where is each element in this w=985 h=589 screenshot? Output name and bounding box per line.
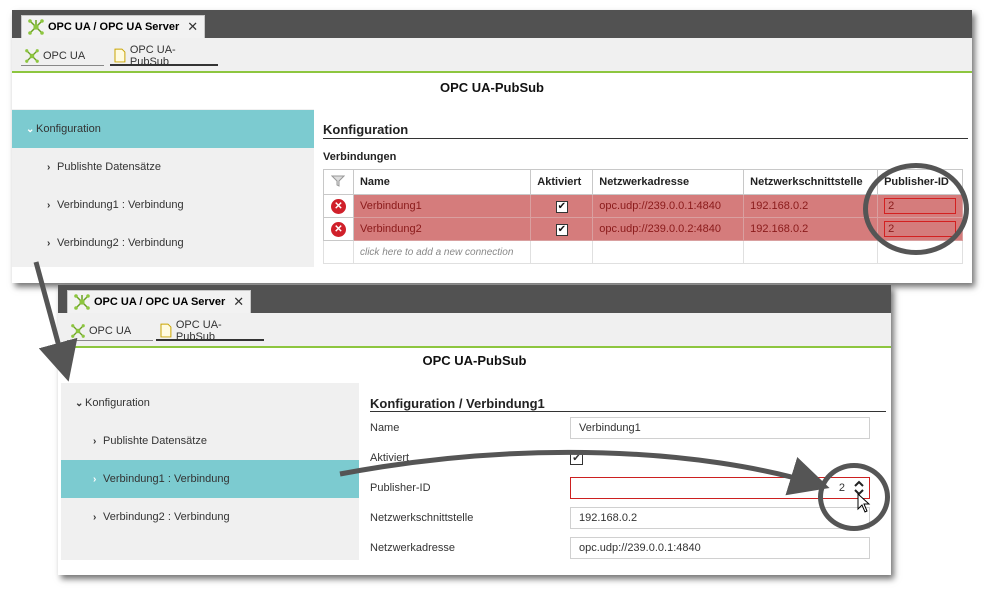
cell-netzwerkschnittstelle[interactable]: 192.168.0.2 (743, 217, 879, 241)
chevron-right-icon: › (93, 435, 97, 447)
sub-navigation: OPC UA OPC UA-PubSub (58, 313, 891, 348)
subtab-opcua[interactable]: OPC UA (67, 322, 153, 341)
error-icon[interactable]: ✕ (330, 198, 346, 214)
sidebar: ⌄ Konfiguration › Publishte Datensätze ›… (12, 109, 314, 267)
sidebar-item-label: Publishte Datensätze (103, 435, 207, 447)
row-status-cell: ✕ (323, 194, 354, 218)
netzwerkadresse-label: Netzwerkadresse (370, 542, 455, 554)
tab-bar: OPC UA / OPC UA Server ✕ (12, 10, 972, 38)
aktiviert-label: Aktiviert (370, 452, 410, 464)
opcua-network-icon (71, 324, 85, 338)
cell-netzwerkschnittstelle[interactable]: 192.168.0.2 (743, 194, 879, 218)
cell-aktiviert[interactable]: ✔ (530, 194, 594, 218)
sidebar-item-konfiguration[interactable]: ⌄ Konfiguration (12, 110, 314, 148)
opcua-network-icon (28, 19, 44, 35)
empty-cell (743, 240, 879, 264)
cell-netzwerkadresse[interactable]: opc.udp://239.0.0.1:4840 (592, 194, 745, 218)
chevron-right-icon: › (93, 511, 97, 523)
column-header-netzwerkadresse[interactable]: Netzwerkadresse (592, 169, 745, 195)
tab-label: OPC UA / OPC UA Server (94, 296, 226, 308)
column-header-netzwerkschnittstelle[interactable]: Netzwerkschnittstelle (743, 169, 879, 195)
name-label: Name (370, 422, 400, 434)
opcua-network-icon (25, 49, 39, 63)
section-title: Konfiguration (323, 122, 409, 137)
cell-aktiviert[interactable]: ✔ (530, 217, 594, 241)
sidebar-item-label: Publishte Datensätze (57, 161, 161, 173)
chevron-right-icon: › (47, 237, 51, 249)
subtab-label: OPC UA-PubSub (129, 43, 176, 68)
subtab-opcua-pubsub[interactable]: OPC UA-PubSub (110, 43, 218, 68)
subtab-label: OPC UA-PubSub (175, 318, 222, 343)
filter-icon (331, 175, 346, 187)
column-header-name[interactable]: Name (352, 169, 532, 195)
aktiviert-checkbox[interactable]: ✔ (570, 452, 583, 465)
add-connection-row[interactable]: click here to add a new connection (323, 240, 963, 264)
page-title: OPC UA-PubSub (422, 353, 527, 368)
section-title: Konfiguration / Verbindung1 (370, 396, 545, 411)
section-divider (323, 138, 968, 139)
subtab-label: OPC UA (89, 325, 132, 337)
filter-column[interactable] (323, 169, 354, 195)
name-input[interactable]: Verbindung1 (570, 417, 870, 439)
row-status-cell: ✕ (323, 217, 354, 241)
sidebar-item-publishte-datensaetze[interactable]: › Publishte Datensätze (61, 422, 359, 460)
sidebar-item-verbindung2[interactable]: › Verbindung2 : Verbindung (61, 498, 359, 536)
checkbox[interactable]: ✔ (555, 200, 568, 213)
cell-netzwerkadresse[interactable]: opc.udp://239.0.0.2:4840 (592, 217, 745, 241)
window-table-view: OPC UA / OPC UA Server ✕ OPC UA OPC UA-P… (12, 10, 972, 283)
empty-cell (530, 240, 594, 264)
sidebar-item-label: Verbindung1 : Verbindung (103, 473, 230, 485)
sidebar-item-verbindung2[interactable]: › Verbindung2 : Verbindung (12, 224, 314, 262)
page-title: OPC UA-PubSub (440, 80, 544, 95)
sidebar-item-konfiguration[interactable]: ⌄ Konfiguration (61, 384, 359, 422)
document-icon (114, 48, 126, 63)
close-icon[interactable]: ✕ (233, 294, 244, 310)
highlight-circle (818, 463, 890, 531)
chevron-right-icon: › (47, 199, 51, 211)
tab-label: OPC UA / OPC UA Server (48, 21, 180, 33)
sidebar: ⌄ Konfiguration › Publishte Datensätze ›… (61, 383, 359, 560)
add-connection-link[interactable]: click here to add a new connection (352, 240, 532, 264)
sidebar-item-label: Verbindung2 : Verbindung (57, 237, 184, 249)
table-caption: Verbindungen (323, 151, 397, 163)
sidebar-item-label: Konfiguration (36, 123, 101, 135)
chevron-down-icon: ⌄ (26, 123, 35, 135)
sidebar-item-publishte-datensaetze[interactable]: › Publishte Datensätze (12, 148, 314, 186)
tab-bar: OPC UA / OPC UA Server ✕ (58, 285, 891, 313)
column-header-aktiviert[interactable]: Aktiviert (530, 169, 594, 195)
chevron-right-icon: › (93, 473, 97, 485)
cell-name[interactable]: Verbindung1 (352, 194, 532, 218)
row-status-cell (323, 240, 354, 264)
error-icon[interactable]: ✕ (330, 221, 346, 237)
tab-opcua-server[interactable]: OPC UA / OPC UA Server ✕ (67, 290, 252, 313)
tab-opcua-server[interactable]: OPC UA / OPC UA Server ✕ (21, 15, 206, 38)
cell-name[interactable]: Verbindung2 (352, 217, 532, 241)
chevron-down-icon: ⌄ (75, 397, 84, 409)
subtab-opcua[interactable]: OPC UA (21, 47, 104, 66)
sidebar-item-verbindung1[interactable]: › Verbindung1 : Verbindung (12, 186, 314, 224)
opcua-network-icon (74, 294, 90, 310)
subtab-opcua-pubsub[interactable]: OPC UA-PubSub (156, 318, 264, 343)
empty-cell (592, 240, 745, 264)
section-divider (370, 411, 886, 412)
highlight-circle (863, 163, 969, 255)
sub-navigation: OPC UA OPC UA-PubSub (12, 38, 972, 73)
checkbox[interactable]: ✔ (555, 223, 568, 236)
mouse-pointer-icon (857, 493, 871, 513)
window-detail-view: OPC UA / OPC UA Server ✕ OPC UA OPC UA-P… (58, 285, 891, 575)
chevron-right-icon: › (47, 161, 51, 173)
sidebar-item-label: Verbindung2 : Verbindung (103, 511, 230, 523)
netzwerkschnittstelle-label: Netzwerkschnittstelle (370, 512, 474, 524)
netzwerkadresse-input[interactable]: opc.udp://239.0.0.1:4840 (570, 537, 870, 559)
close-icon[interactable]: ✕ (187, 19, 198, 35)
document-icon (160, 323, 172, 338)
sidebar-item-label: Konfiguration (85, 397, 150, 409)
subtab-label: OPC UA (43, 50, 86, 62)
publisher-id-label: Publisher-ID (370, 482, 431, 494)
sidebar-item-verbindung1[interactable]: › Verbindung1 : Verbindung (61, 460, 359, 498)
sidebar-item-label: Verbindung1 : Verbindung (57, 199, 184, 211)
